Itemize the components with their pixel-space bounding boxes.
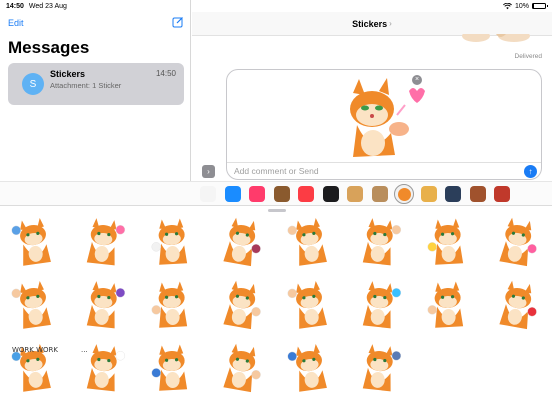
digital-touch-app[interactable] <box>322 186 339 202</box>
sticker-pack-suit[interactable] <box>445 186 461 202</box>
message-compose-box[interactable]: × Add comment or Send ↑ <box>226 69 542 180</box>
search-images-app[interactable] <box>249 186 265 202</box>
messages-sidebar: Edit Messages S Stickers 14:50 Attachmen… <box>0 0 191 205</box>
battery-level <box>533 4 535 8</box>
sticker-pack-chef[interactable] <box>494 186 510 202</box>
lynx-thinking-sticker[interactable]: ... <box>77 342 129 394</box>
lynx-dancing-sticker[interactable] <box>77 279 129 331</box>
lynx-shocked-sticker[interactable] <box>422 216 474 268</box>
compose-icon[interactable] <box>172 16 184 28</box>
conversation-name: Stickers <box>50 69 86 79</box>
lynx-arms-crossed-sticker[interactable] <box>215 342 267 394</box>
remove-sticker-button[interactable]: × <box>412 75 422 85</box>
svg-text:WORK WORK: WORK WORK <box>12 346 58 354</box>
lynx-facepalm-sticker[interactable] <box>8 279 60 331</box>
status-bar: 14:50 Wed 23 Aug 10% <box>0 0 552 12</box>
comment-input[interactable]: Add comment or Send <box>234 166 319 176</box>
conversation-preview: Attachment: 1 Sticker <box>50 81 122 90</box>
delivered-label: Delivered <box>514 53 542 60</box>
sticker-pack-lion[interactable] <box>420 186 437 202</box>
conversation-row-stickers[interactable]: S Stickers 14:50 Attachment: 1 Sticker <box>8 63 184 105</box>
status-time: 14:50 <box>6 2 24 10</box>
lynx-angry-sticker[interactable] <box>215 216 267 268</box>
app-store-app[interactable] <box>224 186 241 202</box>
memoji-app[interactable] <box>273 186 290 202</box>
lynx-thumbs-up-sticker[interactable] <box>284 216 336 268</box>
lynx-lounging-sticker[interactable] <box>353 216 405 268</box>
sent-sticker-peek[interactable] <box>456 34 536 46</box>
sticker-pack-man[interactable] <box>469 186 486 202</box>
page-title: Messages <box>8 38 90 57</box>
lynx-blowing-kiss-sticker[interactable] <box>335 75 427 161</box>
sticker-drawer: WORK WORK... <box>0 205 552 414</box>
sticker-pack-dog[interactable] <box>347 186 363 202</box>
lynx-work-sticker[interactable]: WORK WORK <box>8 342 60 394</box>
lynx-shy-sticker[interactable] <box>146 279 198 331</box>
send-button[interactable]: ↑ <box>524 165 537 178</box>
svg-text:...: ... <box>81 346 88 354</box>
avatar: S <box>22 73 44 95</box>
music-app[interactable] <box>298 186 314 202</box>
lynx-grumpy-sticker[interactable] <box>146 216 198 268</box>
lynx-crying-hands-sticker[interactable] <box>284 342 336 394</box>
battery-percent: 10% <box>514 2 529 10</box>
edit-button[interactable]: Edit <box>8 18 24 28</box>
wifi-icon <box>503 2 512 9</box>
ipad-screen: 14:50 Wed 23 Aug 10% Edit Messages S Sti… <box>0 0 552 414</box>
sticker-pack-lynx[interactable] <box>394 184 414 204</box>
status-right: 10% <box>503 2 548 10</box>
imessage-app-strip <box>0 181 552 205</box>
lynx-waving-sticker[interactable] <box>284 279 336 331</box>
conversation-pane: Stickers › Delivered × Add comment or Se… <box>192 0 552 205</box>
lynx-smirk-sticker[interactable] <box>422 279 474 331</box>
conversation-header[interactable]: Stickers › <box>192 12 552 36</box>
lynx-rose-sticker[interactable] <box>491 279 543 331</box>
lynx-hearts-sticker[interactable] <box>491 216 543 268</box>
conversation-time: 14:50 <box>155 69 176 78</box>
battery-icon <box>532 3 548 9</box>
drawer-grabber[interactable] <box>268 209 286 212</box>
lynx-heart-sticker[interactable] <box>77 216 129 268</box>
conversation-title[interactable]: Stickers <box>352 19 387 29</box>
lynx-frustrated-sticker[interactable] <box>146 342 198 394</box>
expand-apps-button[interactable]: › <box>202 165 215 178</box>
sticker-pack-pug[interactable] <box>371 186 388 202</box>
lynx-hug-sticker[interactable] <box>353 342 405 394</box>
status-date: Wed 23 Aug <box>28 2 67 10</box>
lynx-hissing-sticker[interactable] <box>215 279 267 331</box>
lynx-tearful-sticker[interactable] <box>353 279 405 331</box>
lynx-crying-sticker[interactable] <box>8 216 60 268</box>
compose-divider <box>227 162 541 163</box>
photos-app[interactable] <box>200 186 216 202</box>
chevron-right-icon: › <box>389 19 392 28</box>
